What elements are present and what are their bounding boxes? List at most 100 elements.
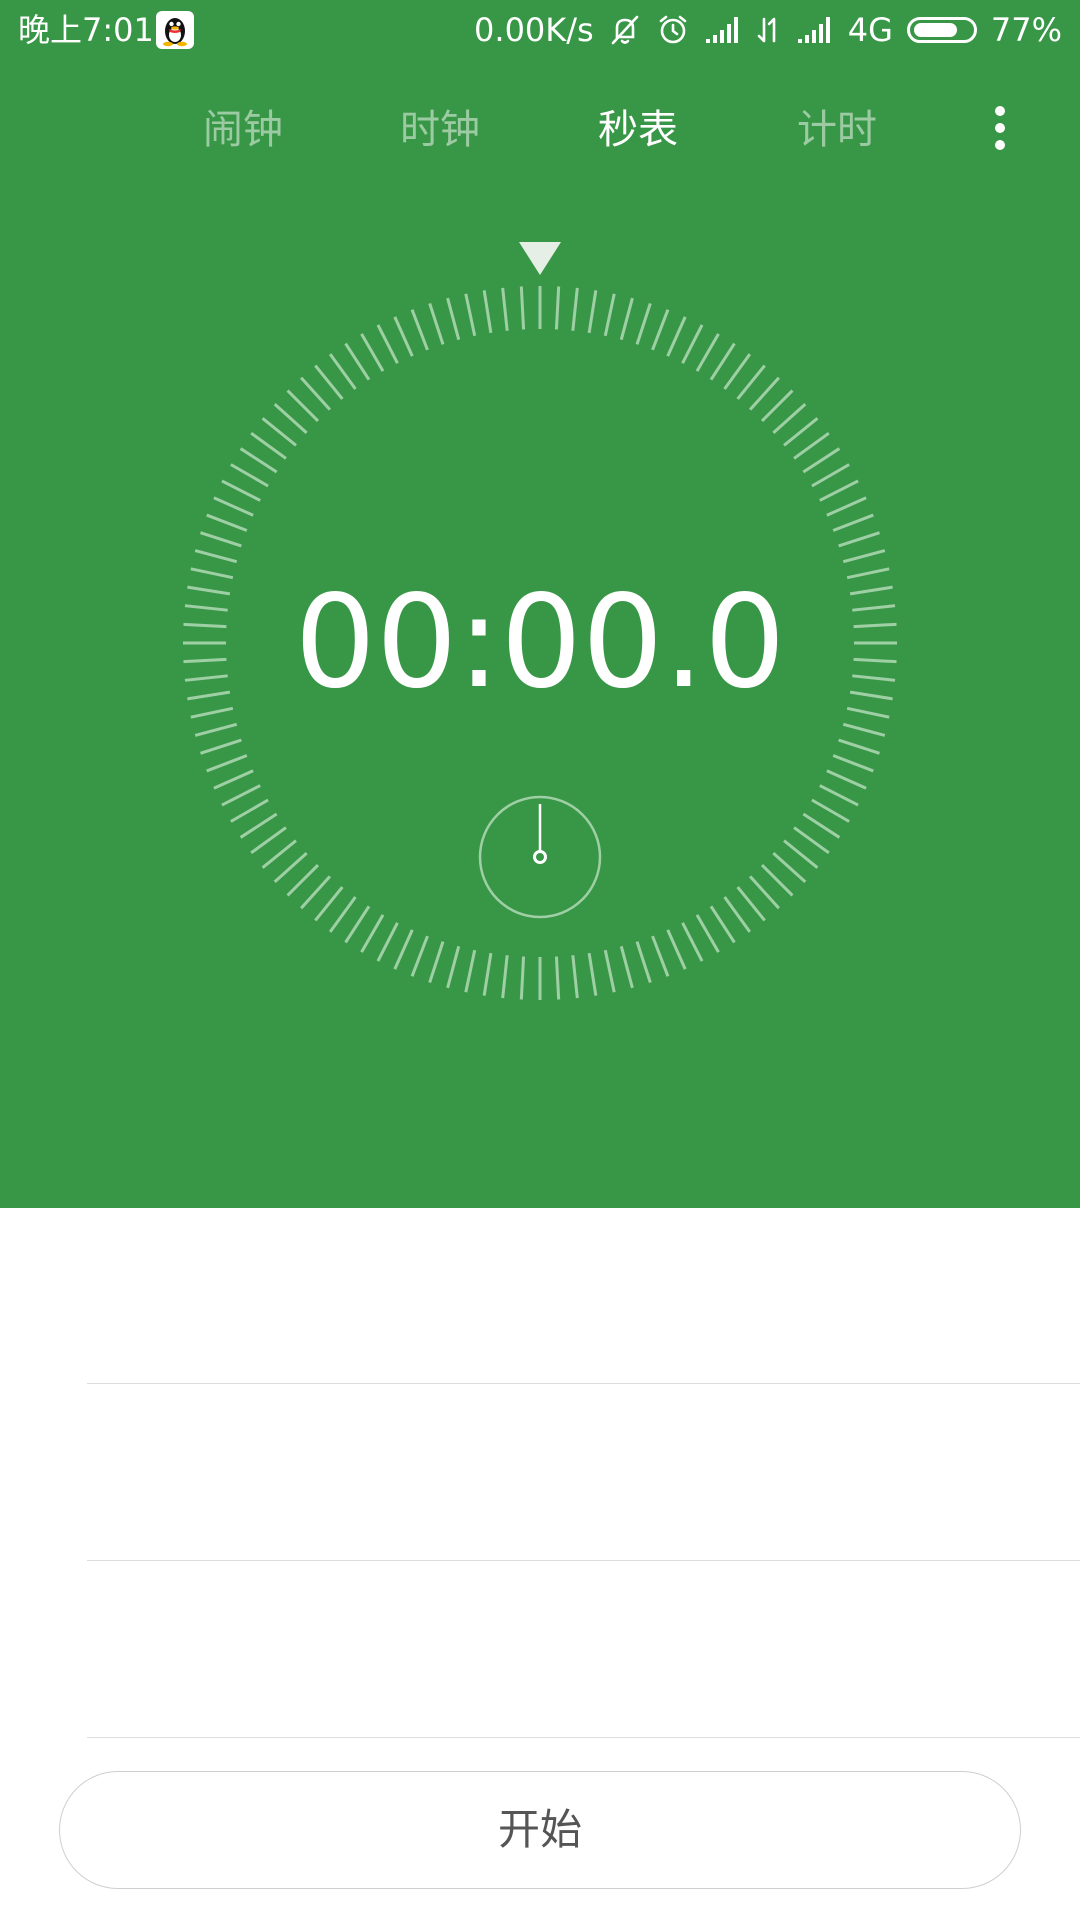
dial-tick: [838, 738, 880, 755]
dial-tick: [250, 826, 287, 855]
alarm-icon: [656, 13, 690, 47]
dial-tick: [748, 376, 780, 411]
dial-tick: [736, 364, 766, 400]
dial-tick: [681, 324, 704, 364]
dial-tick: [695, 333, 720, 372]
dial-tick: [709, 905, 736, 944]
dial-tick: [571, 955, 579, 999]
dial-tick: [328, 353, 357, 390]
dial-tick: [200, 738, 242, 755]
dial-tick: [314, 886, 344, 922]
dial-tick: [554, 286, 561, 330]
dial-tick: [206, 754, 248, 773]
dial-tick: [832, 513, 874, 532]
dial-tick: [501, 955, 509, 999]
dial-tick: [273, 851, 308, 883]
dial-tick: [587, 952, 598, 996]
signal-icon: [796, 15, 834, 45]
dial-tick: [760, 863, 794, 897]
dial-tick: [286, 389, 320, 423]
dial-tick: [428, 941, 445, 983]
sub-dial-center: [533, 850, 547, 864]
battery-percent: 77%: [990, 11, 1062, 49]
dial-tick: [410, 309, 429, 351]
dial-tick: [811, 463, 850, 488]
dial-tick: [826, 769, 867, 790]
stopwatch-panel: 晚上7:01 0.00K/s 4G 77% 闹钟 时钟 秒表 计时 00:00.…: [0, 0, 1080, 1208]
dial-tick: [783, 417, 819, 447]
dial-tick: [213, 769, 254, 790]
tab-stopwatch[interactable]: 秒表: [558, 90, 718, 170]
dial-tick: [819, 479, 859, 502]
dial-tick: [446, 945, 461, 989]
dial-tick: [681, 922, 704, 962]
dial-tick: [273, 403, 308, 435]
dial-tick: [376, 922, 399, 962]
tab-clock[interactable]: 时钟: [360, 90, 520, 170]
dial-tick: [360, 914, 385, 953]
dial-tick: [666, 316, 687, 357]
dial-tick: [519, 286, 526, 330]
dial-tick: [619, 945, 634, 989]
dial-tick: [482, 952, 493, 996]
dial-tick: [811, 798, 850, 823]
dial-tick: [190, 706, 234, 719]
dial-tick: [230, 463, 269, 488]
dial-tick: [772, 851, 807, 883]
dial-tick: [261, 839, 297, 869]
dial-tick: [300, 376, 332, 411]
battery-icon: [906, 17, 977, 43]
dial-tick: [344, 905, 371, 944]
sub-dial: [478, 795, 602, 919]
dial-tick: [695, 914, 720, 953]
tab-alarm[interactable]: 闹钟: [163, 90, 323, 170]
dial-tick: [842, 549, 886, 564]
dial-tick: [230, 798, 269, 823]
dial-tick: [723, 896, 752, 933]
dial-tick: [783, 839, 819, 869]
dial-tick: [772, 403, 807, 435]
dial-tick: [802, 812, 841, 839]
status-bar: 晚上7:01 0.00K/s 4G 77%: [0, 0, 1080, 60]
dial-tick: [651, 309, 670, 351]
dial-tick: [838, 531, 880, 548]
dial-tick: [393, 316, 414, 357]
dial-tick: [286, 863, 320, 897]
dial-tick: [832, 754, 874, 773]
dial-tick: [802, 447, 841, 474]
dial-tick: [200, 531, 242, 548]
dial-tick: [666, 929, 687, 970]
dial-tick: [736, 886, 766, 922]
dial-tick: [360, 333, 385, 372]
dial-tick: [221, 479, 261, 502]
dial-tick: [619, 297, 634, 341]
dial-tick: [328, 896, 357, 933]
dial-tick: [519, 956, 526, 1000]
list-item: [87, 1385, 1080, 1561]
dial-tick: [464, 949, 477, 993]
dial-tick: [723, 353, 752, 390]
dial-tick: [846, 706, 890, 719]
dial-tick: [793, 826, 830, 855]
list-item: [87, 1562, 1080, 1738]
dial-tick: [300, 875, 332, 910]
more-options-icon[interactable]: [985, 98, 1015, 158]
tab-bar: 闹钟 时钟 秒表 计时: [0, 90, 1080, 170]
status-time: 晚上7:01: [18, 11, 154, 49]
status-indicators: 0.00K/s 4G 77%: [474, 10, 1062, 50]
dial-tick: [239, 812, 278, 839]
dial-tick: [748, 875, 780, 910]
battery-level: [913, 23, 957, 37]
dial-pointer-icon: [519, 242, 561, 275]
dial-tick: [464, 293, 477, 337]
dial-tick: [826, 496, 867, 517]
tab-timer[interactable]: 计时: [757, 90, 917, 170]
dial-tick: [571, 287, 579, 331]
elapsed-time: 00:00.0: [294, 568, 786, 717]
dial-tick: [393, 929, 414, 970]
dial-tick: [603, 293, 616, 337]
dial-tick: [603, 949, 616, 993]
start-button[interactable]: 开始: [59, 1771, 1021, 1889]
dial-tick: [819, 784, 859, 807]
dial-tick: [213, 496, 254, 517]
